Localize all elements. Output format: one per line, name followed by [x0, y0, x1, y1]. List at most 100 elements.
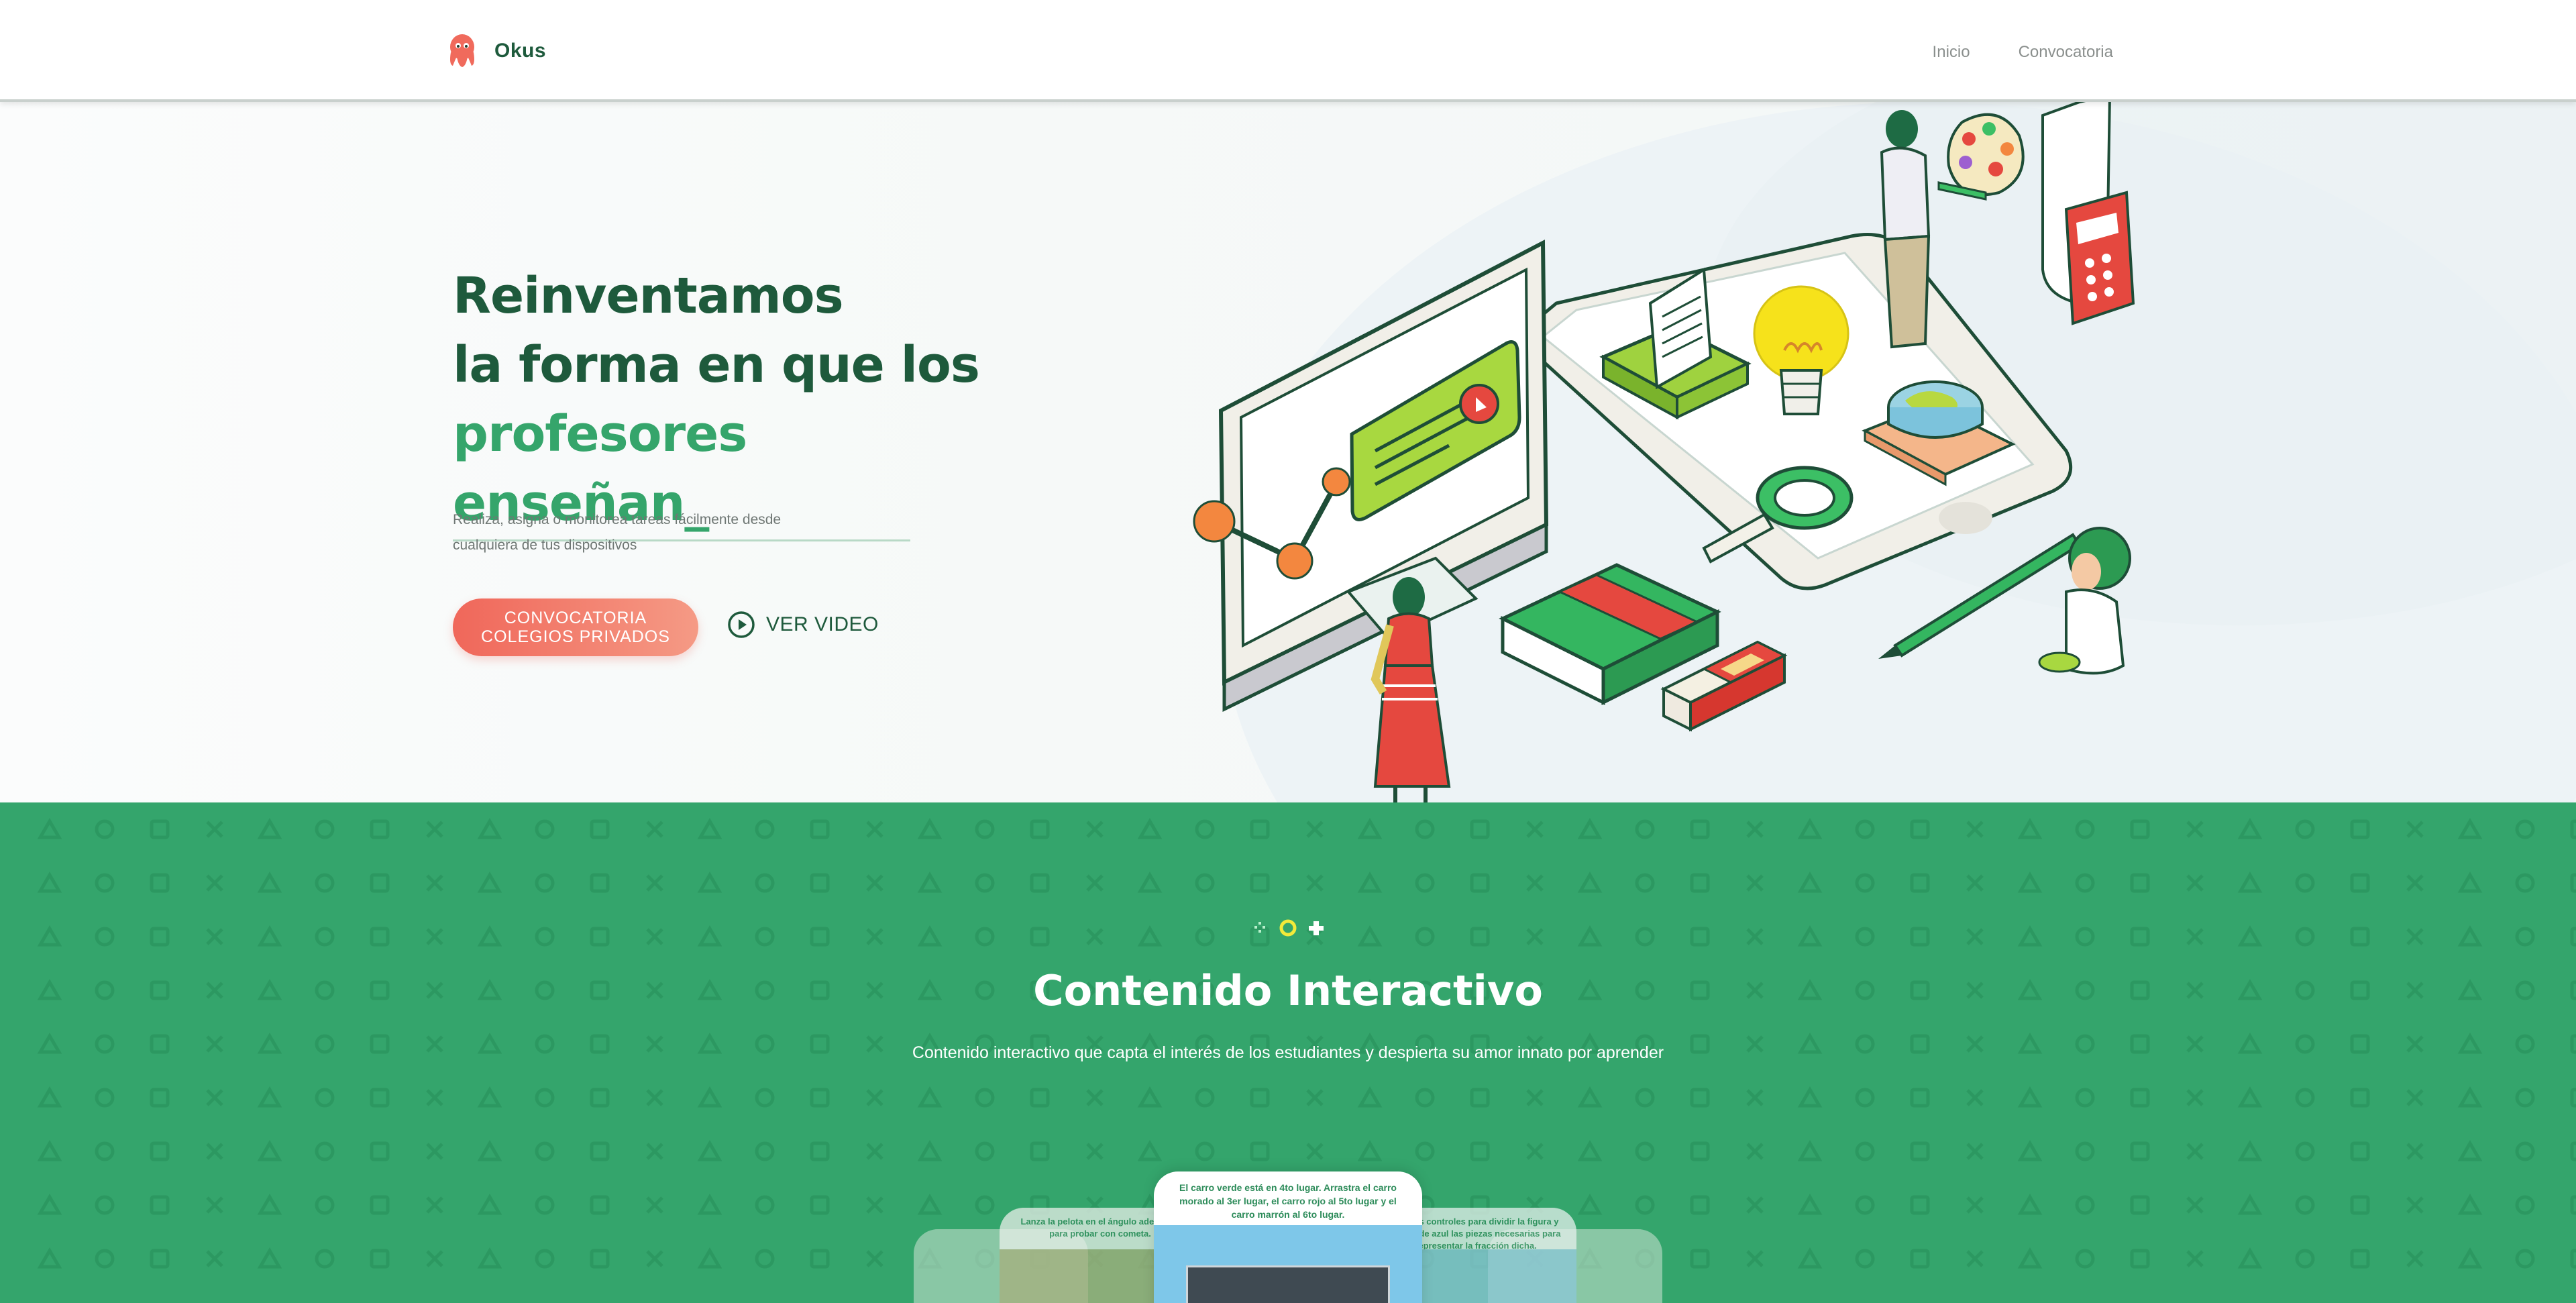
pattern-shape: [37, 1140, 62, 1161]
pattern-shape: [1855, 819, 1875, 839]
section-title: Contenido Interactivo: [1033, 966, 1543, 1015]
pattern-shape: [1577, 1140, 1603, 1161]
octopus-logo-icon: [450, 34, 474, 67]
pattern-shape: [1030, 1088, 1050, 1108]
pattern-shape: [1030, 873, 1050, 893]
pattern-shape: [1195, 927, 1215, 947]
pattern-shape: [2295, 927, 2315, 947]
pattern-shape: [1910, 1141, 1930, 1161]
pattern-shape: [917, 1194, 943, 1215]
pattern-shape: [646, 874, 663, 892]
pattern-shape: [477, 818, 502, 839]
pattern-shape: [1690, 819, 1710, 839]
pattern-shape: [426, 1143, 443, 1160]
pattern-shape: [2570, 1195, 2576, 1215]
pattern-shape: [315, 927, 335, 947]
pattern-shape: [1357, 1086, 1383, 1108]
pattern-shape: [917, 925, 943, 947]
pattern-shape: [2457, 1086, 2483, 1108]
pattern-shape: [1910, 819, 1930, 839]
pattern-shape: [2295, 819, 2315, 839]
pattern-shape: [206, 874, 223, 892]
pattern-shape: [1470, 819, 1490, 839]
pattern-shape: [206, 928, 223, 945]
hero-illustration: [1193, 102, 2135, 802]
pattern-shape: [2075, 1141, 2095, 1161]
pattern-shape: [426, 874, 443, 892]
pattern-shape: [1306, 1089, 1324, 1106]
pattern-shape: [975, 1141, 995, 1161]
subtext-line: cualquiera de tus dispositivos: [453, 537, 637, 553]
pattern-shape: [2017, 818, 2043, 839]
pattern-shape: [697, 818, 722, 839]
pattern-shape: [2237, 1086, 2263, 1108]
pattern-shape: [2515, 1088, 2535, 1108]
pattern-shape: [1910, 1249, 1930, 1269]
pattern-shape: [1966, 821, 1984, 838]
pattern-shape: [95, 1249, 115, 1269]
pattern-shape: [535, 1195, 555, 1215]
headline-line: la forma en que los: [453, 336, 980, 394]
pattern-shape: [2406, 1089, 2424, 1106]
pattern-shape: [1415, 819, 1435, 839]
nav-link-convocatoria[interactable]: Convocatoria: [2019, 43, 2113, 62]
pattern-shape: [2017, 1194, 2043, 1215]
pattern-shape: [1966, 1143, 1984, 1160]
pattern-shape: [426, 1196, 443, 1214]
pattern-shape: [2350, 927, 2370, 947]
pattern-shape: [1306, 1143, 1324, 1160]
pattern-shape: [1030, 927, 1050, 947]
pattern-shape: [2515, 1249, 2535, 1269]
nav-link-inicio[interactable]: Inicio: [1933, 43, 1970, 62]
pattern-shape: [37, 1194, 62, 1215]
pattern-shape: [1855, 1249, 1875, 1269]
watch-video-button[interactable]: VER VIDEO: [727, 611, 879, 639]
pattern-shape: [370, 927, 390, 947]
pattern-shape: [1030, 1141, 1050, 1161]
pattern-shape: [2350, 1141, 2370, 1161]
pattern-shape: [150, 1195, 170, 1215]
pattern-shape: [646, 1143, 663, 1160]
pattern-shape: [2237, 925, 2263, 947]
pattern-shape: [315, 1141, 335, 1161]
pattern-shape: [2350, 819, 2370, 839]
pattern-shape: [2406, 1143, 2424, 1160]
pattern-shape: [1855, 1088, 1875, 1108]
pattern-shape: [535, 1141, 555, 1161]
pattern-shape: [1357, 1140, 1383, 1161]
pattern-shape: [646, 1250, 663, 1267]
pattern-shape: [1910, 1195, 1930, 1215]
pattern-shape: [1797, 1086, 1823, 1108]
pattern-shape: [1746, 821, 1764, 838]
convocatoria-cta-button[interactable]: CONVOCATORIA COLEGIOS PRIVADOS: [453, 598, 698, 656]
brand-logo-link[interactable]: Okus: [445, 32, 546, 70]
watch-video-label: VER VIDEO: [766, 613, 879, 635]
pattern-shape: [206, 1250, 223, 1267]
pattern-shape: [150, 1141, 170, 1161]
pattern-shape: [2457, 872, 2483, 893]
pattern-shape: [1137, 1140, 1163, 1161]
pattern-shape: [1910, 1088, 1930, 1108]
pattern-shape: [2017, 1247, 2043, 1269]
activity-card-active[interactable]: El carro verde está en 4to lugar. Arrast…: [1154, 1171, 1422, 1303]
pattern-shape: [1577, 872, 1603, 893]
pattern-shape: [755, 819, 775, 839]
pattern-shape: [1690, 1141, 1710, 1161]
pattern-shape: [1635, 1141, 1655, 1161]
pattern-shape: [2457, 1247, 2483, 1269]
pattern-shape: [370, 1141, 390, 1161]
hero-headline: Reinventamos la forma en que los profeso…: [453, 262, 989, 541]
cta-label-line: CONVOCATORIA: [504, 609, 647, 627]
pattern-shape: [535, 873, 555, 893]
pattern-shape: [2237, 872, 2263, 893]
pattern-shape: [206, 1143, 223, 1160]
pattern-shape: [315, 819, 335, 839]
pattern-shape: [975, 1195, 995, 1215]
pattern-shape: [2186, 1089, 2204, 1106]
pattern-shape: [1746, 1089, 1764, 1106]
pattern-shape: [810, 927, 830, 947]
brand-name: Okus: [494, 40, 547, 62]
pattern-shape: [1415, 1141, 1435, 1161]
pattern-shape: [1635, 819, 1655, 839]
pattern-shape: [477, 925, 502, 947]
